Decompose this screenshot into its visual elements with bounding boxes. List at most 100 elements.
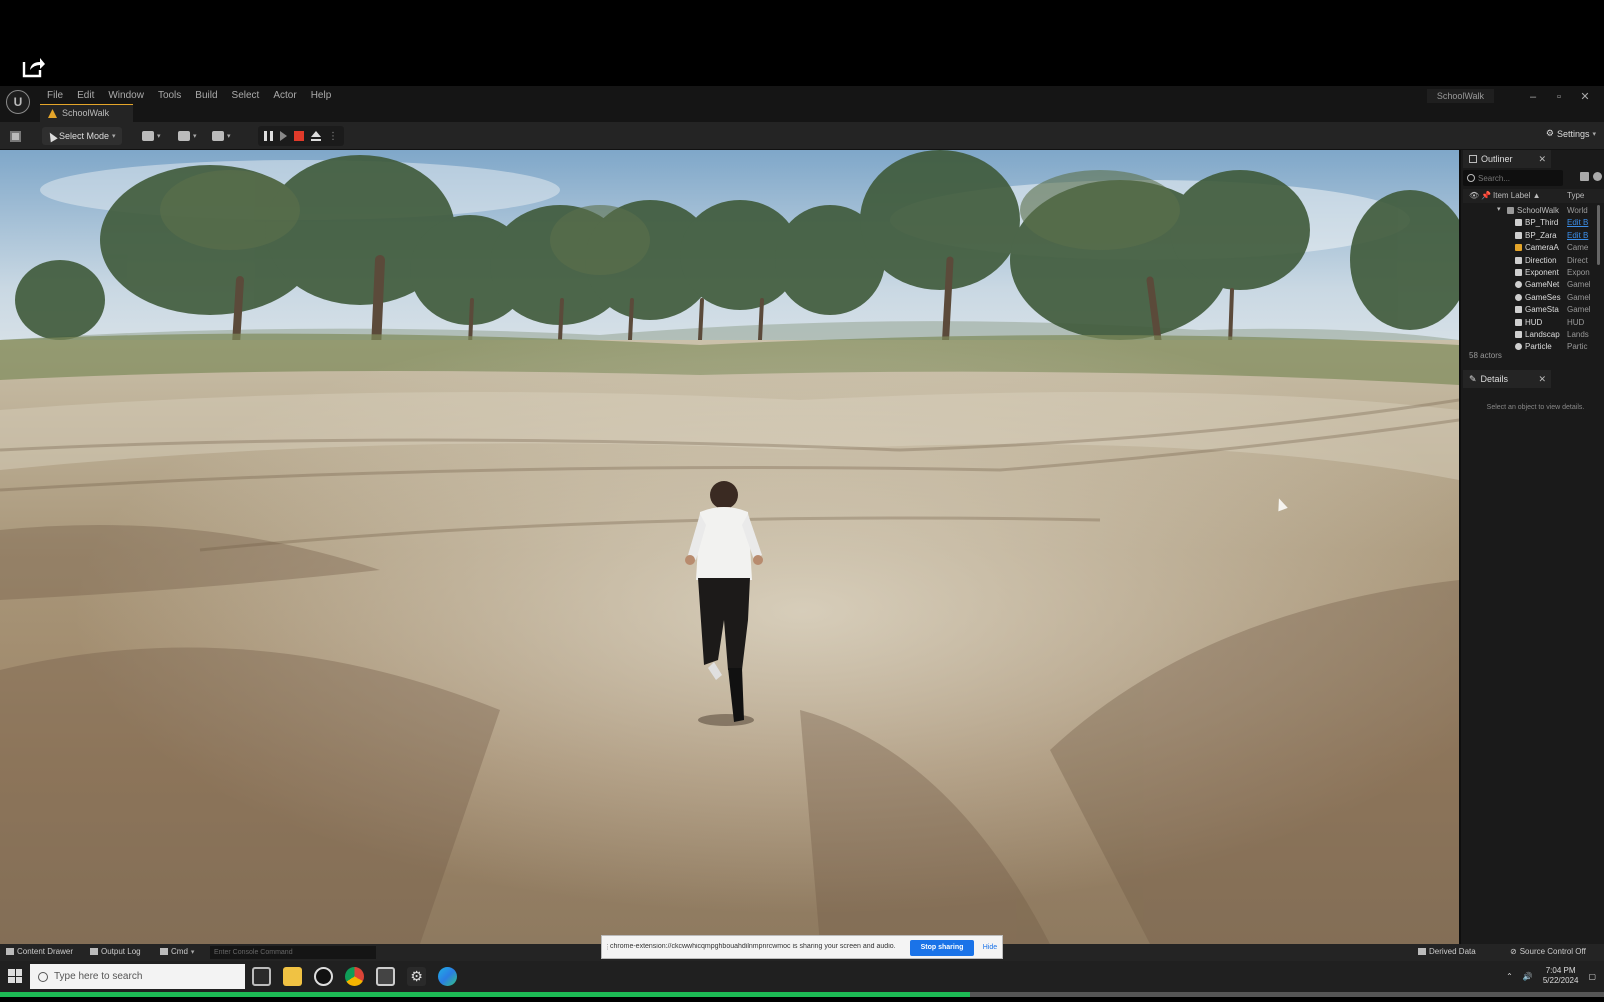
unreal-logo-icon[interactable]: U bbox=[6, 90, 30, 114]
derived-data-button[interactable]: Derived Data bbox=[1418, 947, 1476, 956]
cinematics-button[interactable]: ▾ bbox=[212, 127, 231, 145]
chrome-icon[interactable] bbox=[345, 967, 364, 986]
unreal-engine-icon[interactable] bbox=[314, 967, 333, 986]
details-tab[interactable]: ✎ Details ✕ bbox=[1463, 370, 1551, 388]
step-frame-icon[interactable] bbox=[280, 131, 287, 141]
row-type-link[interactable]: Edit B bbox=[1567, 218, 1593, 227]
taskbar-clock[interactable]: 7:04 PM 5/22/2024 bbox=[1543, 966, 1579, 986]
taskbar-search-input[interactable]: Type here to search bbox=[30, 964, 245, 989]
menu-file[interactable]: File bbox=[40, 88, 70, 103]
video-progress-bar[interactable] bbox=[0, 992, 1604, 1002]
content-drawer-button[interactable]: Content Drawer bbox=[6, 947, 73, 956]
outliner-row[interactable]: Direction Direct bbox=[1463, 255, 1593, 267]
close-icon[interactable]: ✕ bbox=[1538, 374, 1546, 385]
outliner-search-placeholder: Search... bbox=[1478, 173, 1511, 183]
notification-icon[interactable]: ▢ bbox=[1588, 972, 1596, 981]
menu-build[interactable]: Build bbox=[188, 88, 224, 103]
chevron-down-icon[interactable]: ▾ bbox=[1497, 205, 1501, 213]
outliner-root-row[interactable]: ▾ SchoolWalk World bbox=[1463, 205, 1593, 217]
settings-gear-icon[interactable]: ⚙ bbox=[407, 967, 426, 986]
source-control-icon: ⊘ bbox=[1510, 947, 1517, 956]
actor-icon bbox=[1515, 281, 1522, 289]
outliner-row[interactable]: GameNet Gamel bbox=[1463, 279, 1593, 291]
camera-icon bbox=[1515, 244, 1522, 252]
row-type: World bbox=[1567, 206, 1588, 215]
app-window-icon[interactable] bbox=[376, 967, 395, 986]
minimize-button[interactable]: – bbox=[1520, 87, 1546, 107]
menu-window[interactable]: Window bbox=[101, 88, 151, 103]
window-controls: – ▫ ✕ bbox=[1520, 87, 1598, 107]
outliner-column-header: 👁 📌 Item Label ▲ Type bbox=[1463, 189, 1604, 203]
gear-icon[interactable] bbox=[1593, 172, 1602, 181]
actor-icon bbox=[1515, 231, 1522, 239]
column-type[interactable]: Type bbox=[1567, 191, 1584, 200]
progress-played bbox=[0, 992, 970, 997]
settings-button[interactable]: ⚙ Settings ▾ bbox=[1546, 128, 1596, 139]
share-icon[interactable] bbox=[20, 54, 46, 80]
level-tab[interactable]: SchoolWalk bbox=[40, 104, 134, 122]
cmd-label: Cmd bbox=[171, 947, 188, 956]
chevron-up-icon[interactable]: ⌃ bbox=[1506, 972, 1513, 981]
save-icon bbox=[10, 130, 21, 142]
source-control-button[interactable]: ⊘ Source Control Off bbox=[1510, 947, 1586, 956]
menu-tools[interactable]: Tools bbox=[151, 88, 188, 103]
chevron-down-icon: ▾ bbox=[190, 948, 195, 956]
outliner-scrollbar[interactable] bbox=[1597, 205, 1600, 265]
blueprints-button[interactable]: ▾ bbox=[178, 127, 197, 145]
task-view-icon[interactable] bbox=[252, 967, 271, 986]
row-label: GameNet bbox=[1525, 280, 1560, 290]
stop-icon[interactable] bbox=[294, 131, 304, 141]
edge-icon[interactable] bbox=[438, 967, 457, 986]
maximize-button[interactable]: ▫ bbox=[1546, 87, 1572, 107]
close-icon[interactable]: ✕ bbox=[1538, 154, 1546, 165]
row-label: GameSta bbox=[1525, 305, 1559, 315]
console-command-input[interactable]: Enter Console Command bbox=[210, 946, 376, 959]
outliner-search-input[interactable]: Search... bbox=[1463, 170, 1563, 186]
row-type-link[interactable]: Edit B bbox=[1567, 231, 1593, 240]
hide-button[interactable]: Hide bbox=[980, 940, 1000, 956]
outliner-row[interactable]: BP_Zara Edit B bbox=[1463, 230, 1593, 242]
pin-icon[interactable]: 📌 bbox=[1481, 191, 1491, 200]
outliner-tab[interactable]: Outliner ✕ bbox=[1463, 150, 1551, 168]
outliner-row[interactable]: Landscap Lands bbox=[1463, 329, 1593, 341]
row-label: GameSes bbox=[1525, 292, 1561, 302]
column-item-label[interactable]: Item Label ▲ bbox=[1493, 191, 1541, 200]
menu-help[interactable]: Help bbox=[304, 88, 339, 103]
stop-sharing-button[interactable]: Stop sharing bbox=[910, 940, 974, 956]
add-actor-button[interactable]: ▾ bbox=[142, 127, 161, 145]
menu-select[interactable]: Select bbox=[225, 88, 267, 103]
outliner-row[interactable]: GameSes Gamel bbox=[1463, 292, 1593, 304]
outliner-row[interactable]: HUD HUD bbox=[1463, 317, 1593, 329]
outliner-row[interactable]: CameraA Came bbox=[1463, 242, 1593, 254]
output-log-button[interactable]: Output Log bbox=[90, 947, 141, 956]
details-tab-label: Details bbox=[1480, 374, 1509, 384]
progress-remaining bbox=[970, 992, 1604, 997]
game-viewport[interactable] bbox=[0, 150, 1459, 944]
pause-icon[interactable] bbox=[264, 131, 273, 141]
eject-icon[interactable] bbox=[311, 131, 321, 141]
file-explorer-icon[interactable] bbox=[283, 967, 302, 986]
outliner-row[interactable]: GameSta Gamel bbox=[1463, 304, 1593, 316]
row-type: Partic bbox=[1567, 342, 1588, 352]
more-options-icon[interactable]: ⋮ bbox=[328, 131, 338, 142]
cmd-dropdown[interactable]: Cmd ▾ bbox=[160, 947, 194, 956]
outliner-row[interactable]: BP_Third Edit B bbox=[1463, 217, 1593, 229]
actor-icon bbox=[1515, 219, 1522, 227]
blueprint-icon bbox=[178, 131, 190, 141]
light-icon bbox=[1515, 256, 1522, 264]
settings-label: Settings bbox=[1556, 128, 1590, 139]
row-type: Gamel bbox=[1567, 305, 1591, 315]
outliner-row[interactable]: Exponent Expon bbox=[1463, 267, 1593, 279]
row-label: Exponent bbox=[1525, 267, 1559, 277]
menu-actor[interactable]: Actor bbox=[266, 88, 303, 103]
select-mode-dropdown[interactable]: Select Mode ▾ bbox=[42, 127, 122, 145]
save-button[interactable] bbox=[10, 127, 24, 145]
menu-edit[interactable]: Edit bbox=[70, 88, 101, 103]
volume-icon[interactable]: 🔊 bbox=[1523, 972, 1533, 981]
row-type: HUD bbox=[1567, 317, 1585, 327]
visibility-icon[interactable]: 👁 bbox=[1469, 191, 1479, 200]
close-window-button[interactable]: ✕ bbox=[1572, 87, 1598, 107]
select-mode-icon bbox=[46, 130, 58, 142]
windows-start-icon[interactable] bbox=[8, 969, 22, 983]
folder-icon[interactable] bbox=[1580, 172, 1589, 181]
